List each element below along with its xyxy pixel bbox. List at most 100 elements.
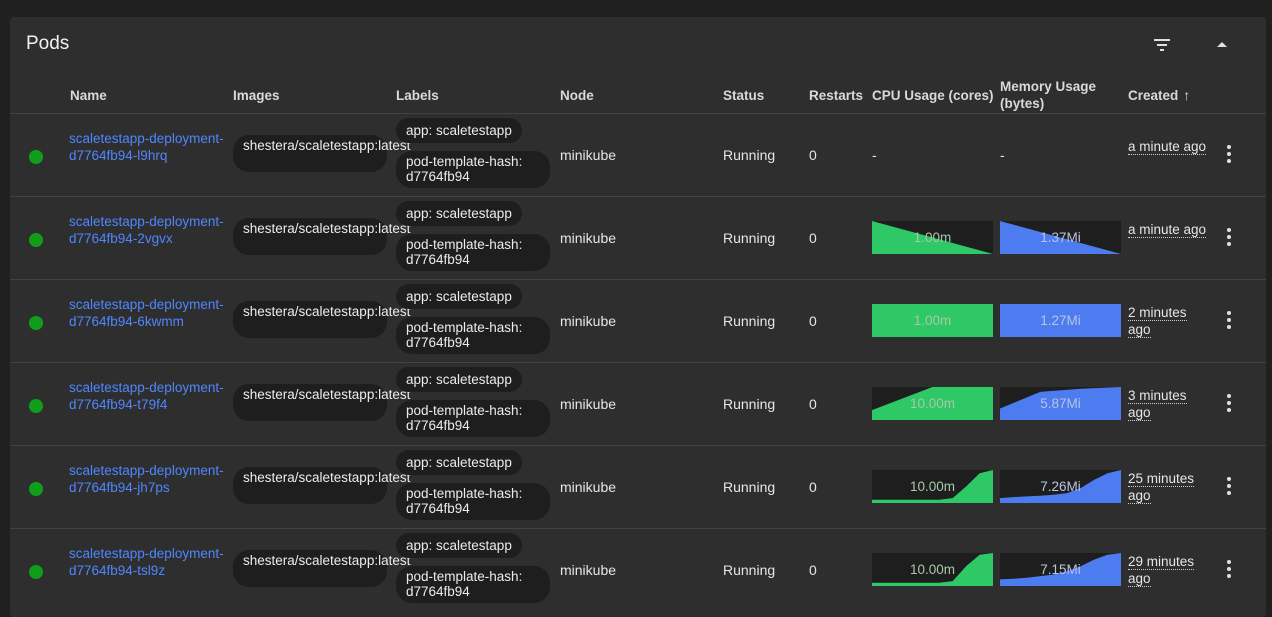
kebab-dot [1227, 477, 1231, 481]
pods-card: Pods Name Images Labels Node Status Rest… [10, 17, 1266, 617]
status-value: Running [723, 479, 776, 495]
restarts-value: 0 [809, 396, 817, 412]
restarts-value: 0 [809, 313, 817, 329]
status-running-icon [29, 399, 43, 413]
kebab-dot [1227, 491, 1231, 495]
created-value: a minute ago [1128, 138, 1208, 155]
status-running-icon [29, 482, 43, 496]
kebab-dot [1227, 318, 1231, 322]
pod-name-link[interactable]: scaletestapp-deployment-d7764fb94-2vgvx [69, 213, 227, 247]
table-row: scaletestapp-deployment-d7764fb94-l9hrq … [10, 113, 1266, 196]
label-chip-app: app: scaletestapp [396, 367, 522, 392]
pod-name-link[interactable]: scaletestapp-deployment-d7764fb94-6kwmm [69, 296, 227, 330]
created-value: a minute ago [1128, 221, 1208, 238]
column-header-labels[interactable]: Labels [396, 76, 439, 114]
kebab-dot [1227, 325, 1231, 329]
pod-name-link[interactable]: scaletestapp-deployment-d7764fb94-t79f4 [69, 379, 227, 413]
label-chip-pod-template-hash: pod-template-hash: d7764fb94 [396, 317, 550, 354]
memory-sparkline: 1.27Mi [1000, 304, 1121, 337]
kebab-dot [1227, 311, 1231, 315]
label-chip-app: app: scaletestapp [396, 201, 522, 226]
arrow-up-icon: ↑ [1183, 86, 1191, 103]
more-actions-button[interactable] [1219, 142, 1239, 166]
status-running-icon [29, 233, 43, 247]
filter-button[interactable] [1150, 33, 1174, 57]
memory-usage-value: 7.15Mi [1040, 562, 1081, 577]
pod-name-link[interactable]: scaletestapp-deployment-d7764fb94-tsl9z [69, 545, 227, 579]
memory-usage-value: - [1000, 147, 1005, 163]
status-value: Running [723, 313, 776, 329]
status-running-icon [29, 316, 43, 330]
node-value: minikube [560, 562, 617, 578]
image-chip: shestera/scaletestapp:latest [233, 467, 410, 504]
pod-name-link[interactable]: scaletestapp-deployment-d7764fb94-l9hrq [69, 130, 227, 164]
cpu-sparkline: 10.00m [872, 553, 993, 586]
column-header-memory: Memory Usage (bytes) [1000, 76, 1096, 114]
column-header-cpu-label: CPU Usage (cores) [872, 87, 994, 103]
image-chip: shestera/scaletestapp:latest [233, 218, 410, 255]
collapse-button[interactable] [1210, 33, 1234, 57]
more-actions-button[interactable] [1219, 474, 1239, 498]
column-header-restarts-label: Restarts [809, 87, 864, 103]
label-chip-app: app: scaletestapp [396, 118, 522, 143]
memory-usage-value: 1.27Mi [1040, 313, 1081, 328]
created-time-text: 29 minutes ago [1128, 554, 1195, 587]
table-row: scaletestapp-deployment-d7764fb94-jh7ps … [10, 445, 1266, 528]
image-chip: shestera/scaletestapp:latest [233, 384, 410, 421]
memory-usage-value: 5.87Mi [1040, 396, 1081, 411]
cpu-usage-value: 10.00m [909, 479, 956, 494]
memory-usage-value: 7.26Mi [1040, 479, 1081, 494]
cpu-usage-value: 1.00m [913, 230, 952, 245]
cpu-usage-value: 10.00m [909, 562, 956, 577]
column-header-memory-label-1: Memory Usage [1000, 79, 1097, 94]
created-time-text: 25 minutes ago [1128, 471, 1195, 504]
column-header-cpu: CPU Usage (cores) [872, 76, 994, 114]
label-chip-app: app: scaletestapp [396, 450, 522, 475]
more-actions-button[interactable] [1219, 391, 1239, 415]
more-actions-button[interactable] [1219, 557, 1239, 581]
label-chip-pod-template-hash: pod-template-hash: d7764fb94 [396, 566, 550, 603]
node-value: minikube [560, 147, 617, 163]
more-actions-button[interactable] [1219, 225, 1239, 249]
memory-sparkline: 7.15Mi [1000, 553, 1121, 586]
image-chip: shestera/scaletestapp:latest [233, 550, 410, 587]
status-value: Running [723, 562, 776, 578]
kebab-dot [1227, 152, 1231, 156]
kebab-dot [1227, 560, 1231, 564]
column-header-memory-label-2: (bytes) [1000, 96, 1045, 111]
restarts-value: 0 [809, 147, 817, 163]
node-value: minikube [560, 479, 617, 495]
kebab-dot [1227, 145, 1231, 149]
cpu-sparkline: 1.00m [872, 304, 993, 337]
column-header-name[interactable]: Name [70, 76, 107, 114]
kebab-dot [1227, 408, 1231, 412]
pod-name-link[interactable]: scaletestapp-deployment-d7764fb94-jh7ps [69, 462, 227, 496]
label-chip-app: app: scaletestapp [396, 284, 522, 309]
column-header-images[interactable]: Images [233, 76, 280, 114]
column-header-status[interactable]: Status [723, 76, 764, 114]
kebab-dot [1227, 401, 1231, 405]
created-value: 2 minutes ago [1128, 304, 1208, 338]
kebab-dot [1227, 567, 1231, 571]
chevron-up-icon [1217, 42, 1227, 47]
cpu-usage-value: 10.00m [909, 396, 956, 411]
column-header-created[interactable]: Created ↑ [1128, 76, 1190, 114]
column-header-node[interactable]: Node [560, 76, 594, 114]
memory-sparkline: 5.87Mi [1000, 387, 1121, 420]
column-header-status-label: Status [723, 87, 765, 103]
column-header-name-label: Name [70, 87, 107, 103]
more-actions-button[interactable] [1219, 308, 1239, 332]
created-time-text: 3 minutes ago [1128, 388, 1187, 421]
table-row: scaletestapp-deployment-d7764fb94-2vgvx … [10, 196, 1266, 279]
kebab-dot [1227, 159, 1231, 163]
column-header-restarts[interactable]: Restarts [809, 76, 863, 114]
status-value: Running [723, 147, 776, 163]
cpu-sparkline: 1.00m [872, 221, 993, 254]
status-running-icon [29, 565, 43, 579]
kebab-dot [1227, 574, 1231, 578]
node-value: minikube [560, 313, 617, 329]
status-value: Running [723, 396, 776, 412]
label-chip-pod-template-hash: pod-template-hash: d7764fb94 [396, 483, 550, 520]
kebab-dot [1227, 228, 1231, 232]
created-time-text: 2 minutes ago [1128, 305, 1187, 338]
